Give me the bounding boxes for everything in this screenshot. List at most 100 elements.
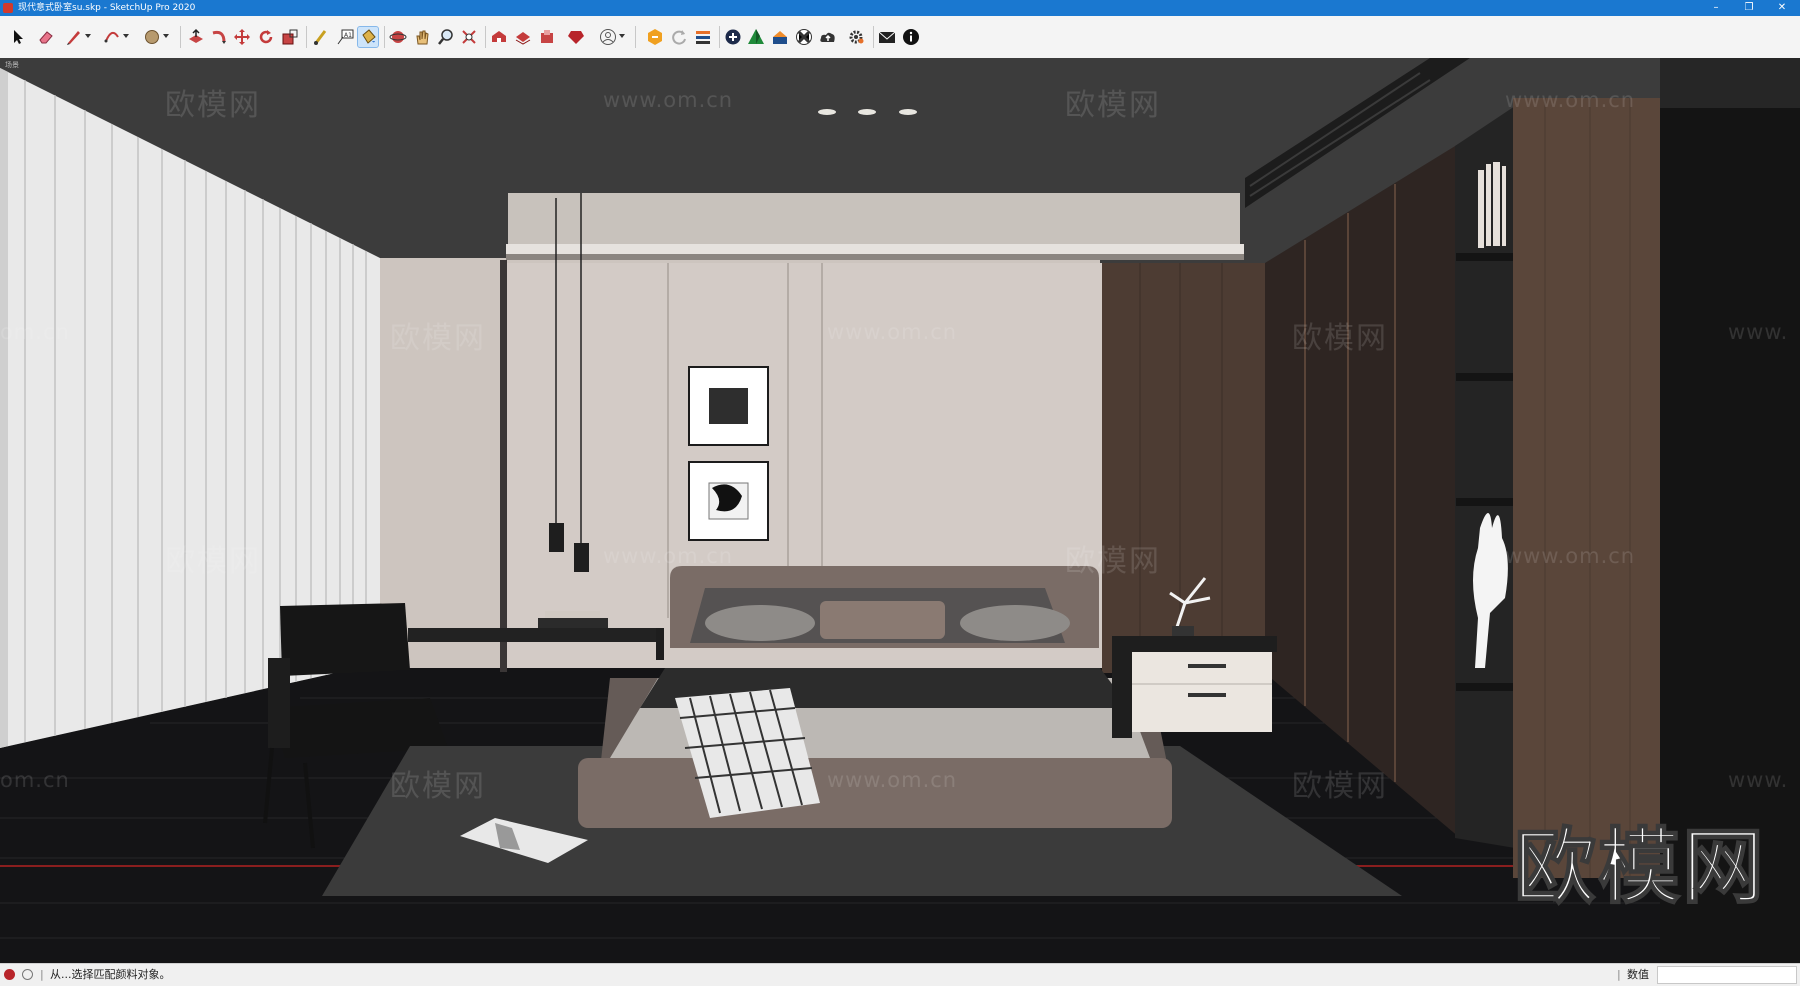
checker-ball-icon: [796, 29, 812, 45]
cloud-upload-tool-button[interactable]: [818, 27, 838, 47]
toolbar-separator: [719, 26, 720, 48]
pan-tool-button[interactable]: [412, 27, 432, 47]
tall-wardrobe: [1513, 98, 1660, 878]
eraser-icon: [39, 31, 53, 44]
status-divider: |: [1617, 968, 1621, 981]
move-tool-button[interactable]: [232, 27, 252, 47]
settings-tool-button[interactable]: [846, 27, 866, 47]
toolbar-separator: [306, 26, 307, 48]
push-pull-icon: [189, 28, 203, 43]
terrain-tool-button[interactable]: [746, 27, 766, 47]
pan-hand-icon: [416, 30, 429, 45]
shape-tool-button[interactable]: [142, 27, 169, 47]
rotate-icon: [259, 30, 273, 44]
toolbar-separator: [485, 26, 486, 48]
orbit-tool-button[interactable]: [388, 27, 408, 47]
paint-bucket-icon: [362, 29, 376, 44]
warehouse-icon: [492, 31, 506, 42]
minimize-button[interactable]: –: [1701, 0, 1731, 16]
zoom-extents-icon: [462, 30, 476, 44]
measurements-label: 数值: [1627, 968, 1649, 981]
eraser-tool-button[interactable]: [36, 27, 56, 47]
wood-wall-panel: [1102, 263, 1267, 673]
select-tool-button[interactable]: [8, 27, 28, 47]
chevron-down-icon[interactable]: [123, 34, 129, 38]
model-viewport[interactable]: 场景 欧模网 www.om.cn 欧模网 www.om.cn om.cn 欧模网…: [0, 58, 1800, 963]
gear-icon: [849, 30, 864, 44]
refresh-icon: [672, 30, 686, 45]
share-model-icon: [515, 32, 531, 45]
ceiling-soffit: [508, 193, 1240, 248]
extension-warehouse-tool-button[interactable]: [537, 27, 557, 47]
mail-icon: [878, 31, 896, 43]
sandbox-tool-button[interactable]: [794, 27, 814, 47]
window-title: 现代意式卧室su.skp - SketchUp Pro 2020: [18, 3, 196, 13]
ruby-console-tool-button[interactable]: [566, 27, 586, 47]
photo-texture-tool-button[interactable]: [770, 27, 790, 47]
follow-me-tool-button[interactable]: [209, 27, 229, 47]
rotate-tool-button[interactable]: [256, 27, 276, 47]
paint-bucket-tool-button[interactable]: [357, 26, 379, 48]
arc-icon: [104, 31, 119, 43]
extension-warehouse-icon: [541, 30, 553, 43]
user-icon: [600, 29, 616, 45]
info-icon: [903, 29, 919, 45]
svg-text:A1: A1: [344, 32, 352, 39]
toolbar-separator: [635, 26, 636, 48]
brand-logo: 欧模网: [1513, 819, 1767, 916]
mail-tool-button[interactable]: [877, 27, 897, 47]
close-button[interactable]: ✕: [1767, 0, 1797, 16]
add-circle-icon: [725, 29, 741, 45]
layers-tool-button[interactable]: [693, 27, 713, 47]
main-toolbar: A1: [0, 16, 1800, 59]
credits-icon[interactable]: [22, 969, 33, 980]
follow-me-icon: [212, 30, 226, 44]
toolbar-separator: [180, 26, 181, 48]
share-model-tool-button[interactable]: [513, 27, 533, 47]
pencil-icon: [67, 31, 80, 45]
status-bar: | 从...选择匹配颜料对象。 | 数值: [0, 963, 1800, 986]
arc-tool-button[interactable]: [102, 27, 129, 47]
scale-icon: [282, 29, 298, 45]
measurements-input[interactable]: [1657, 966, 1797, 984]
status-divider: |: [40, 968, 44, 981]
tape-measure-tool-button[interactable]: [311, 27, 331, 47]
info-tool-button[interactable]: [901, 27, 921, 47]
geo-location-icon[interactable]: [4, 969, 15, 980]
scene-tab-label[interactable]: 场景: [5, 60, 19, 70]
3d-warehouse-tool-button[interactable]: [489, 27, 509, 47]
chevron-down-icon[interactable]: [85, 34, 91, 38]
text-tool-button[interactable]: A1: [335, 27, 355, 47]
terrain-icon: [748, 29, 764, 44]
photo-texture-icon: [773, 31, 787, 44]
chevron-down-icon[interactable]: [619, 34, 625, 38]
sketchup-logo-icon: [3, 3, 13, 13]
line-tool-button[interactable]: [64, 27, 91, 47]
zoom-icon: [438, 29, 453, 45]
cloud-upload-icon: [820, 32, 835, 42]
bed-base: [578, 758, 1172, 828]
armchair: [280, 603, 410, 676]
refresh-tool-button[interactable]: [669, 27, 689, 47]
scale-tool-button[interactable]: [280, 27, 300, 47]
tape-measure-icon: [314, 30, 327, 45]
push-pull-tool-button[interactable]: [186, 27, 206, 47]
add-location-tool-button[interactable]: [723, 27, 743, 47]
chevron-down-icon[interactable]: [163, 34, 169, 38]
zoom-tool-button[interactable]: [436, 27, 456, 47]
layers-icon: [696, 31, 710, 44]
zoom-extents-tool-button[interactable]: [459, 27, 479, 47]
arrow-cursor-icon: [14, 30, 23, 44]
status-message: 从...选择匹配颜料对象。: [50, 968, 171, 981]
restore-button[interactable]: ❐: [1734, 0, 1764, 16]
plugin-orange-icon: [648, 29, 662, 45]
nightstand-top: [1112, 636, 1277, 652]
orbit-icon: [389, 31, 407, 43]
text-label-icon: A1: [337, 29, 354, 45]
account-tool-button[interactable]: [598, 27, 625, 47]
ruby-icon: [568, 31, 584, 44]
toolbar-separator: [873, 26, 874, 48]
circle-icon: [145, 30, 159, 44]
toolbar-separator: [384, 26, 385, 48]
plugin-tool-1-button[interactable]: [645, 27, 665, 47]
